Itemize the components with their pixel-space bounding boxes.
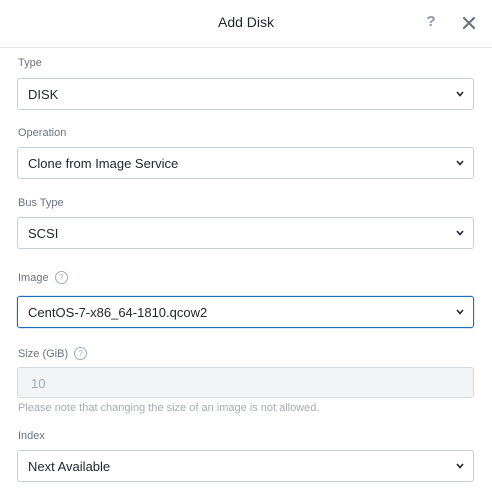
image-select-value: CentOS-7-x86_64-1810.qcow2 bbox=[28, 305, 208, 320]
operation-select-value: Clone from Image Service bbox=[28, 156, 179, 171]
size-input: 10 bbox=[17, 367, 474, 398]
image-select[interactable]: CentOS-7-x86_64-1810.qcow2 bbox=[17, 296, 474, 328]
chevron-down-icon bbox=[456, 230, 464, 236]
help-icon[interactable]: ? bbox=[423, 13, 439, 33]
type-label-text: Type bbox=[18, 57, 42, 69]
index-select-value: Next Available bbox=[28, 459, 111, 474]
index-label: Index bbox=[18, 430, 45, 442]
index-label-text: Index bbox=[18, 430, 45, 442]
chevron-down-icon bbox=[456, 463, 464, 469]
bus-type-select[interactable]: SCSI bbox=[17, 217, 474, 249]
dialog-title: Add Disk bbox=[217, 14, 275, 30]
bus-type-select-value: SCSI bbox=[28, 226, 59, 241]
image-label: Image ? bbox=[18, 271, 68, 284]
dialog-header: Add Disk ? bbox=[0, 0, 492, 48]
info-icon[interactable]: ? bbox=[54, 271, 68, 284]
size-label-text: Size (GiB) bbox=[18, 347, 69, 360]
operation-select[interactable]: Clone from Image Service bbox=[17, 147, 474, 179]
chevron-down-icon bbox=[456, 91, 464, 97]
type-label: Type bbox=[18, 57, 42, 69]
type-select[interactable]: DISK bbox=[17, 78, 474, 110]
chevron-down-icon bbox=[456, 309, 464, 315]
size-hint: Please note that changing the size of an… bbox=[18, 402, 320, 414]
operation-label: Operation bbox=[18, 127, 66, 139]
image-label-text: Image bbox=[18, 271, 49, 284]
chevron-down-icon bbox=[456, 160, 464, 166]
bus-type-label-text: Bus Type bbox=[18, 197, 64, 209]
info-icon[interactable]: ? bbox=[74, 347, 88, 360]
type-select-value: DISK bbox=[28, 87, 59, 102]
size-label: Size (GiB) ? bbox=[18, 347, 88, 360]
bus-type-label: Bus Type bbox=[18, 197, 64, 209]
close-icon[interactable] bbox=[461, 15, 477, 31]
size-input-value: 10 bbox=[31, 376, 46, 391]
operation-label-text: Operation bbox=[18, 127, 67, 139]
index-select[interactable]: Next Available bbox=[17, 450, 474, 482]
